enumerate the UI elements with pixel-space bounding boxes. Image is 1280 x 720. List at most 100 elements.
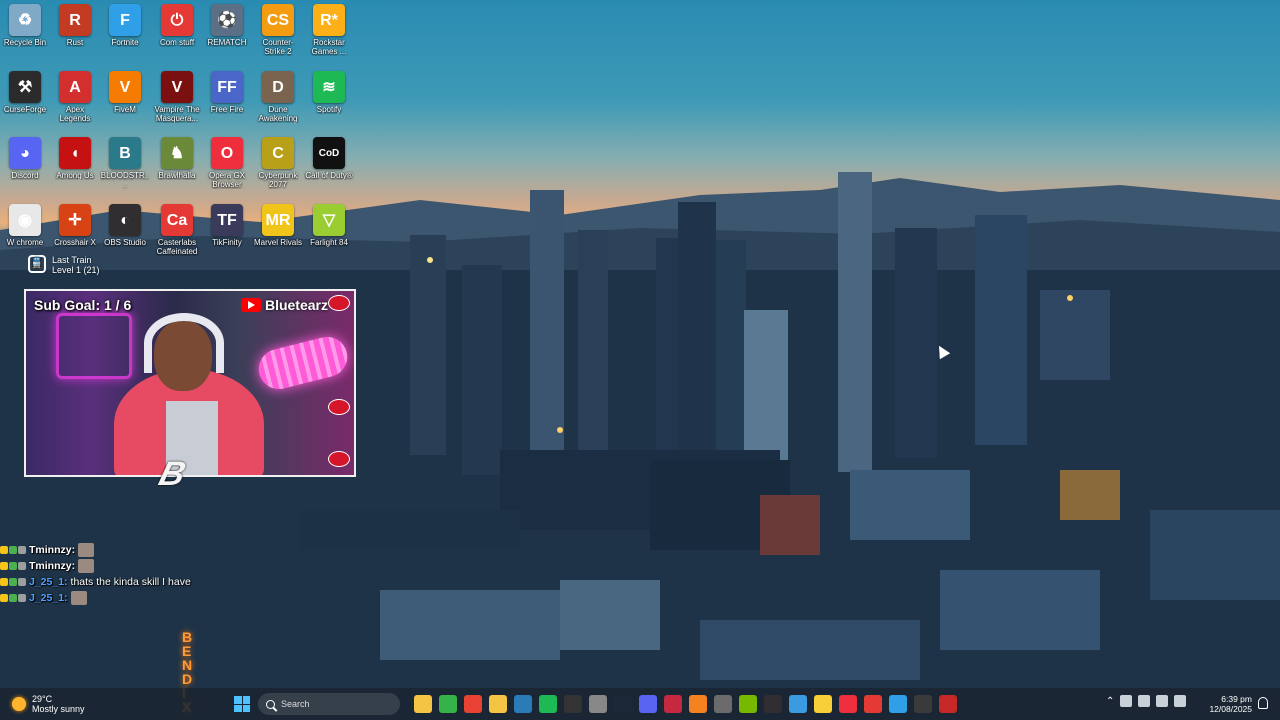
desktop-icon-obs-studio[interactable]: ◐ OBS Studio — [100, 204, 150, 247]
desktop-icon-bloodstr[interactable]: B BLOODSTR... — [100, 137, 150, 189]
rockstar-games-icon: R* — [313, 4, 345, 36]
volume-icon[interactable] — [1174, 695, 1187, 707]
sun-icon — [12, 697, 26, 711]
folder-taskbar-icon[interactable] — [489, 695, 507, 713]
desktop-icon-label: TikFinity — [212, 238, 242, 247]
desktop-icon-recycle-bin[interactable]: ♻ Recycle Bin — [0, 4, 50, 47]
game-taskbar-icon[interactable] — [914, 695, 932, 713]
desktop-icon-brawlhalla[interactable]: ♞ Brawlhalla — [152, 137, 202, 180]
system-tray: ⌃ — [1106, 695, 1187, 707]
windows-start-icon[interactable] — [234, 696, 250, 712]
desktop-icon-cyberpunk-2077[interactable]: C Cyberpunk 2077 — [253, 137, 303, 189]
taskbar-clock[interactable]: 6:39 pm 12/08/2025 — [1206, 694, 1252, 714]
file-explorer-taskbar-icon[interactable] — [414, 695, 432, 713]
spotify-taskbar-icon[interactable] — [539, 695, 557, 713]
desktop-icon-curseforge[interactable]: ⚒ CurseForge — [0, 71, 50, 114]
desktop-icon-label: Crosshair X — [54, 238, 96, 247]
desktop-icon-call-of-duty[interactable]: CoD Call of Duty® — [304, 137, 354, 180]
opera-taskbar-icon[interactable] — [839, 695, 857, 713]
casterlabs-active-taskbar-icon[interactable] — [939, 695, 957, 713]
vscode-taskbar-icon[interactable] — [514, 695, 532, 713]
desktop-icon-vampire-the-masquera[interactable]: V Vampire The Masquera... — [152, 71, 202, 123]
chevron-up-icon[interactable]: ⌃ — [1106, 696, 1114, 707]
desktop-icon-label: FiveM — [114, 105, 136, 114]
call-of-duty-icon: CoD — [313, 137, 345, 169]
desktop-icon-spotify[interactable]: ≋ Spotify — [304, 71, 354, 114]
marvel-rivals-icon: MR — [262, 204, 294, 236]
notification-bell-icon[interactable] — [1258, 697, 1268, 709]
xbox-taskbar-icon[interactable] — [439, 695, 457, 713]
desktop-icon-label: BLOODSTR... — [100, 171, 150, 189]
steam-taskbar-icon[interactable] — [614, 695, 632, 713]
free-fire-icon: FF — [211, 71, 243, 103]
app-taskbar-icon[interactable] — [714, 695, 732, 713]
chat-message: J_25_1: — [0, 590, 191, 606]
casterlabs-caffeinated-icon: Ca — [161, 204, 193, 236]
desktop-icon-label: Discord — [11, 171, 39, 180]
desktop-icon-label: OBS Studio — [104, 238, 146, 247]
last-train-title: Last Train — [52, 255, 92, 265]
notes-taskbar-icon[interactable] — [814, 695, 832, 713]
desktop-icon-fortnite[interactable]: F Fortnite — [100, 4, 150, 47]
desktop-icon-w-chrome[interactable]: ◉ W chrome — [0, 204, 50, 247]
chat-badge-icons — [0, 594, 26, 602]
desktop-icon-crosshair-x[interactable]: ✛ Crosshair X — [50, 204, 100, 247]
desktop-icon-rematch[interactable]: ⚽ REMATCH — [202, 4, 252, 47]
headphones — [144, 313, 224, 373]
farlight-84-icon: ▽ — [313, 204, 345, 236]
capture-taskbar-icon[interactable] — [664, 695, 682, 713]
desktop-icon-label: Spotify — [316, 105, 342, 114]
epic-taskbar-icon[interactable] — [564, 695, 582, 713]
desktop-icon-rust[interactable]: R Rust — [50, 4, 100, 47]
opera-gx-browser-icon: O — [211, 137, 243, 169]
desktop-icon-label: Counter-Strike 2 — [262, 38, 294, 56]
desktop-icon-discord[interactable]: ◕ Discord — [0, 137, 50, 180]
last-train-widget[interactable]: 🚆 Last Train Level 1 (21) — [28, 255, 100, 275]
counter-strike-2-icon: CS — [262, 4, 294, 36]
desktop-icon-marvel-rivals[interactable]: MR Marvel Rivals — [253, 204, 303, 247]
among-us-icon: ◖ — [59, 137, 91, 169]
desktop-icon-casterlabs-caffeinated[interactable]: Ca Casterlabs Caffeinated — [152, 204, 202, 256]
desktop-icon-opera-gx-browser[interactable]: O Opera GX Browser — [202, 137, 252, 189]
youtube-icon — [240, 298, 261, 312]
bloodstr-icon: B — [109, 137, 141, 169]
desktop-icon-free-fire[interactable]: FF Free Fire — [202, 71, 252, 114]
vlc-taskbar-icon[interactable] — [689, 695, 707, 713]
desktop-icon-label: Farlight 84 — [310, 238, 348, 247]
tray-app-icon[interactable] — [1120, 695, 1133, 707]
network-icon[interactable] — [1156, 695, 1169, 707]
desktop-icon-com-stuff[interactable]: ⏻ Com stuff — [152, 4, 202, 47]
desktop-icon-label: Rockstar Games ... — [311, 38, 347, 56]
last-train-level: Level 1 (21) — [52, 265, 100, 275]
chrome-taskbar-icon[interactable] — [464, 695, 482, 713]
desktop-icon-apex-legends[interactable]: A Apex Legends — [50, 71, 100, 123]
desktop-icon-tikfinity[interactable]: TF TikFinity — [202, 204, 252, 247]
search-placeholder: Search — [281, 699, 310, 709]
desktop-icon-rockstar-games[interactable]: R* Rockstar Games ... — [304, 4, 354, 56]
spotify-icon: ≋ — [313, 71, 345, 103]
obs-taskbar-icon[interactable] — [764, 695, 782, 713]
casterlabs-taskbar-icon[interactable] — [864, 695, 882, 713]
weather-widget[interactable]: 29°C Mostly sunny — [12, 694, 85, 714]
discord-taskbar-icon[interactable] — [639, 695, 657, 713]
tray-app-icon[interactable] — [1138, 695, 1151, 707]
photos-taskbar-icon[interactable] — [789, 695, 807, 713]
settings-taskbar-icon[interactable] — [589, 695, 607, 713]
nvidia-taskbar-icon[interactable] — [739, 695, 757, 713]
desktop-icon-counter-strike-2[interactable]: CS Counter-Strike 2 — [253, 4, 303, 56]
fortnite-taskbar-icon[interactable] — [889, 695, 907, 713]
desktop-icon-dune-awakening[interactable]: D Dune Awakening — [253, 71, 303, 123]
chat-badge-icons — [0, 578, 26, 586]
desktop-icon-label: Recycle Bin — [3, 38, 47, 47]
weather-desc: Mostly sunny — [32, 704, 85, 714]
desktop-icon-among-us[interactable]: ◖ Among Us — [50, 137, 100, 180]
desktop-icon-label: Fortnite — [111, 38, 139, 47]
weather-temp: 29°C — [32, 694, 53, 704]
neon-heart-decor — [56, 313, 132, 379]
red-cloud-icon — [328, 451, 350, 467]
desktop-icon-label: Call of Duty® — [305, 171, 353, 180]
youtube-channel-tag: Bluetearz — [240, 297, 328, 313]
desktop-icon-farlight-84[interactable]: ▽ Farlight 84 — [304, 204, 354, 247]
taskbar-search-box[interactable]: Search — [258, 693, 400, 715]
desktop-icon-fivem[interactable]: V FiveM — [100, 71, 150, 114]
